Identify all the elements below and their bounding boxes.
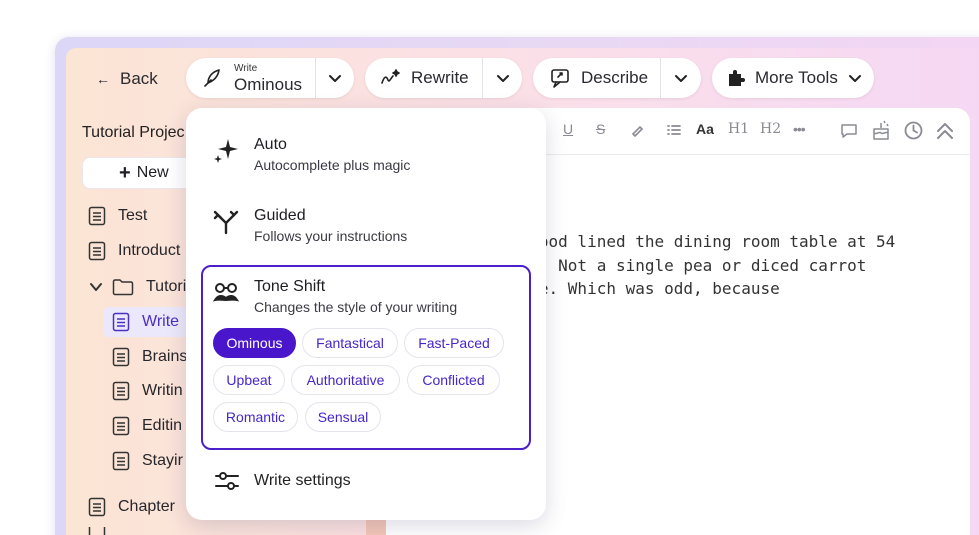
editor-content[interactable]: d food lined the dining room table at 54… [510, 230, 950, 301]
write-mode-label: Ominous [234, 74, 303, 94]
chevron-down-icon [675, 75, 687, 82]
new-document-button[interactable]: + New [82, 157, 192, 189]
tone-chip-conflicted[interactable]: Conflicted [407, 365, 500, 395]
project-title: Tutorial Projec [82, 124, 185, 141]
tone-chip-romantic[interactable]: Romantic [213, 402, 298, 432]
comment-icon[interactable] [840, 122, 858, 140]
rewrite-label: Rewrite [411, 68, 469, 87]
tone-chip-ominous[interactable]: Ominous [213, 328, 296, 358]
document-icon [112, 312, 130, 332]
editor-line: d food lined the dining room table at 54 [510, 232, 896, 251]
document-icon [112, 381, 130, 401]
heading1-icon[interactable]: H1 [728, 121, 749, 137]
strikethrough-icon[interactable]: S [596, 121, 605, 137]
sidebar-folder-tutorial[interactable]: Tutori [88, 272, 186, 302]
sidebar-item-test[interactable]: Test [88, 201, 147, 231]
option-description: Changes the style of your writing [254, 299, 458, 315]
write-button-group: Write Ominous [186, 58, 354, 98]
sparkle-icon [214, 139, 238, 163]
sidebar-item-chapter[interactable]: Chapter [88, 492, 175, 522]
list-icon[interactable] [667, 124, 681, 136]
chevron-down-icon [496, 75, 509, 82]
describe-button-group: Describe [533, 58, 701, 98]
describe-icon [551, 69, 569, 88]
document-icon [112, 347, 130, 367]
document-icon [88, 527, 106, 535]
rewrite-button-group: Rewrite [365, 58, 522, 98]
mode-option-auto[interactable]: Auto Autocomplete plus magic [212, 136, 410, 173]
back-arrow-icon: ← [96, 71, 110, 87]
sidebar-item-editing[interactable]: Editin [112, 411, 182, 441]
sidebar-item-label: Chapter [118, 498, 175, 515]
sidebar-item-label: Editin [142, 417, 183, 434]
document-icon [88, 497, 106, 517]
chevron-down-icon [329, 75, 341, 82]
mode-option-guided[interactable]: Guided Follows your instructions [212, 207, 407, 244]
describe-dropdown-toggle[interactable] [661, 70, 701, 86]
tone-chip-authoritative[interactable]: Authoritative [291, 365, 400, 395]
tone-chip-fast-paced[interactable]: Fast-Paced [404, 328, 504, 358]
chevron-down-icon [848, 75, 861, 82]
sidebar-item-label: Writin [142, 382, 183, 399]
back-button[interactable]: ← Back [84, 59, 176, 99]
write-settings-button[interactable]: Write settings [214, 470, 351, 492]
document-icon [112, 416, 130, 436]
more-tools-button[interactable]: More Tools [712, 58, 874, 98]
more-tools-label: More Tools [755, 68, 838, 87]
write-settings-label: Write settings [254, 472, 351, 489]
sidebar-item-label: Write [142, 313, 180, 330]
history-icon[interactable] [903, 120, 924, 141]
option-title: Auto [254, 136, 287, 153]
rewrite-dropdown-toggle[interactable] [483, 70, 522, 86]
sidebar-item-introduction[interactable]: Introduct [88, 236, 180, 266]
new-label: New [136, 164, 169, 181]
plus-icon: + [119, 162, 131, 184]
heading2-icon[interactable]: H2 [760, 121, 781, 137]
sidebar-item-label: Tutori [146, 278, 187, 295]
document-icon [88, 241, 106, 261]
mustache-glasses-icon [212, 283, 240, 302]
rewrite-button[interactable]: Rewrite [365, 58, 483, 98]
collapse-up-icon[interactable] [935, 121, 955, 141]
option-description: Autocomplete plus magic [254, 157, 411, 173]
split-arrows-icon [213, 210, 239, 235]
editor-line: nue. Not a single pea or diced carrot [510, 255, 867, 275]
sliders-icon [215, 472, 239, 490]
font-style-icon[interactable]: Aa [696, 121, 714, 137]
sidebar-item-partial[interactable] [88, 527, 106, 535]
sidebar-item-label: Stayir [142, 452, 183, 469]
sidebar-item-label: Test [118, 207, 148, 224]
highlighter-icon[interactable] [630, 123, 644, 137]
tone-chip-fantastical[interactable]: Fantastical [302, 328, 398, 358]
describe-button[interactable]: Describe [533, 58, 661, 98]
tone-chip-sensual[interactable]: Sensual [305, 402, 381, 432]
more-format-icon[interactable]: ••• [793, 121, 806, 137]
editor-line: lace. Which was odd, because [510, 279, 780, 298]
underline-icon[interactable]: U [563, 121, 573, 137]
sidebar-item-brainstorm[interactable]: Brains [112, 342, 187, 372]
mode-option-tone-shift[interactable]: Tone Shift Changes the style of your wri… [212, 278, 457, 315]
option-description: Follows your instructions [254, 228, 408, 244]
sidebar-item-writing[interactable]: Writin [112, 376, 183, 406]
write-small-label: Write [234, 62, 258, 74]
document-icon [88, 206, 106, 226]
tone-chip-upbeat[interactable]: Upbeat [213, 365, 285, 395]
option-title: Guided [254, 207, 306, 224]
sidebar-item-label: Brains [142, 348, 188, 365]
pen-nib-icon [204, 69, 220, 87]
chevron-down-icon [90, 283, 102, 291]
document-icon [112, 451, 130, 471]
rewrite-icon [381, 69, 400, 84]
puzzle-piece-icon [729, 70, 745, 86]
sidebar-item-label: Introduct [118, 242, 181, 259]
write-dropdown-toggle[interactable] [316, 70, 354, 86]
cake-icon[interactable] [871, 119, 891, 141]
back-label: Back [120, 69, 158, 88]
sidebar-item-staying[interactable]: Stayir [112, 446, 183, 476]
folder-icon [112, 279, 134, 296]
describe-label: Describe [581, 68, 649, 87]
option-title: Tone Shift [254, 278, 326, 295]
write-button[interactable]: Write Ominous [186, 58, 316, 98]
